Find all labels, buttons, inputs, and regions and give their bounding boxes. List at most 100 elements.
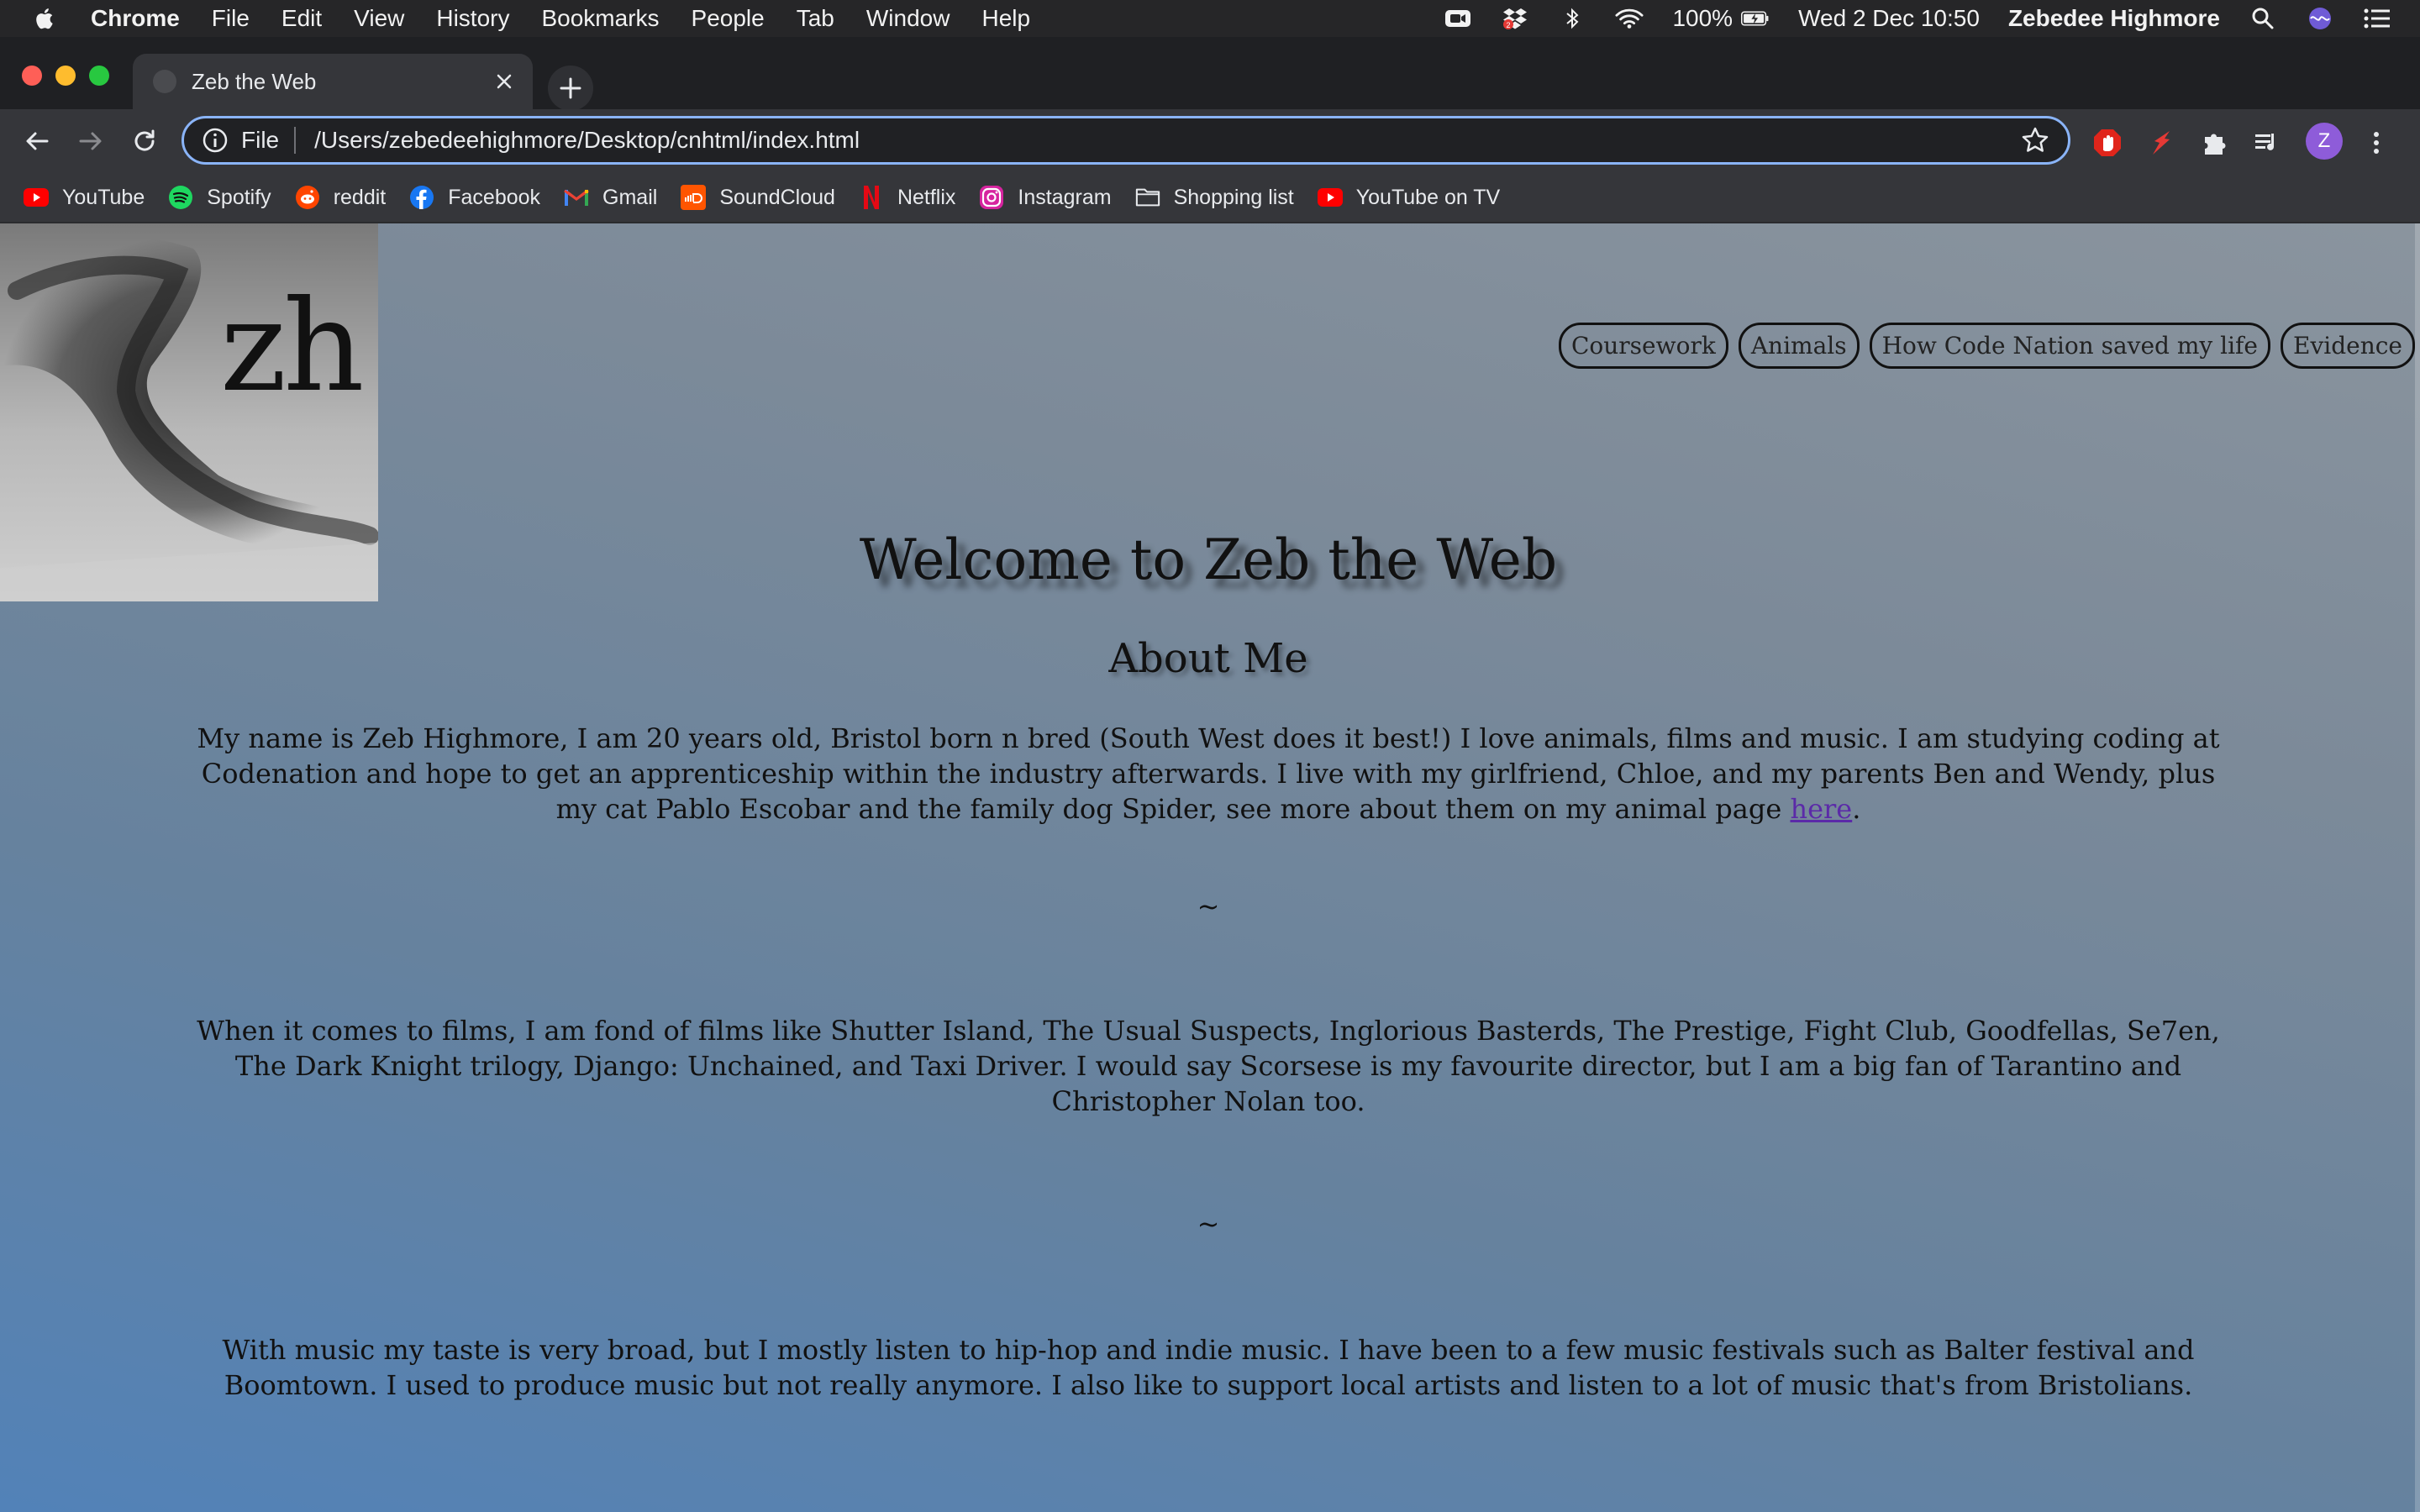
control-center-list-icon[interactable] — [2363, 7, 2391, 30]
netflix-icon — [859, 185, 884, 210]
ad-blocker-extension-icon[interactable] — [2091, 126, 2124, 160]
films-paragraph: When it comes to films, I am fond of fil… — [197, 1015, 2220, 1117]
bookmark-label: SoundCloud — [719, 185, 835, 209]
logo-initials: zh — [220, 274, 365, 420]
extension-red-arrow-icon[interactable] — [2144, 126, 2178, 160]
spotify-icon — [168, 185, 193, 210]
menu-tab[interactable]: Tab — [797, 5, 834, 32]
bookmark-instagram[interactable]: Instagram — [979, 185, 1112, 210]
browser-toolbar: File /Users/zebedeehighmore/Desktop/cnht… — [0, 109, 2420, 173]
page-viewport[interactable]: zh Coursework Animals How Code Nation sa… — [0, 223, 2420, 1512]
forward-button[interactable] — [72, 123, 109, 160]
nav-evidence[interactable]: Evidence — [2281, 323, 2415, 369]
bookmark-youtube[interactable]: YouTube — [24, 185, 145, 210]
browser-tab-strip: Zeb the Web — [0, 37, 2420, 111]
bookmark-label: Facebook — [448, 185, 541, 209]
media-queue-icon[interactable] — [2250, 126, 2284, 160]
menu-bookmarks[interactable]: Bookmarks — [541, 5, 659, 32]
address-bar[interactable]: File /Users/zebedeehighmore/Desktop/cnht… — [182, 116, 2070, 165]
bookmark-netflix[interactable]: Netflix — [859, 185, 955, 210]
about-text-end: . — [1852, 793, 1861, 825]
new-tab-button[interactable] — [548, 66, 593, 111]
animal-page-link[interactable]: here — [1790, 793, 1852, 825]
nav-code-nation-story[interactable]: How Code Nation saved my life — [1869, 323, 2270, 369]
bookmark-gmail[interactable]: Gmail — [564, 185, 657, 210]
bookmark-label: YouTube on TV — [1355, 185, 1501, 209]
extensions-puzzle-icon[interactable] — [2198, 126, 2232, 160]
bookmark-reddit[interactable]: reddit — [295, 185, 387, 210]
site-info-icon[interactable] — [201, 126, 229, 155]
menu-window[interactable]: Window — [866, 5, 950, 32]
menu-help[interactable]: Help — [981, 5, 1030, 32]
menubar-clock[interactable]: Wed 2 Dec 10:50 — [1798, 5, 1980, 32]
reload-button[interactable] — [126, 123, 163, 160]
svg-text:2: 2 — [1507, 21, 1511, 29]
bookmark-label: YouTube — [62, 185, 145, 209]
bookmark-spotify[interactable]: Spotify — [168, 185, 271, 210]
window-zoom-button[interactable] — [89, 66, 109, 86]
wifi-icon[interactable] — [1615, 7, 1644, 30]
bookmark-star-icon[interactable] — [2021, 126, 2049, 155]
menubar-user-name[interactable]: Zebedee Highmore — [2008, 5, 2220, 32]
reddit-icon — [295, 185, 320, 210]
chrome-menu-kebab-icon[interactable] — [2360, 126, 2393, 160]
folder-icon — [1135, 185, 1160, 210]
nav-coursework[interactable]: Coursework — [1558, 323, 1728, 369]
bookmark-label: reddit — [333, 185, 387, 209]
window-minimize-button[interactable] — [55, 66, 76, 86]
menu-history[interactable]: History — [436, 5, 509, 32]
back-button[interactable] — [18, 123, 55, 160]
facebook-icon — [409, 185, 434, 210]
tab-close-icon[interactable] — [489, 66, 519, 97]
about-me-heading: About Me — [1108, 635, 1308, 682]
menu-people[interactable]: People — [692, 5, 765, 32]
youtube-icon — [1317, 185, 1343, 210]
bookmark-folder-shopping-list[interactable]: Shopping list — [1135, 185, 1294, 210]
battery-percent: 100% — [1672, 5, 1733, 31]
about-paragraph: My name is Zeb Highmore, I am 20 years o… — [185, 721, 2232, 827]
menu-view[interactable]: View — [354, 5, 404, 32]
bookmark-label: Netflix — [897, 185, 956, 209]
macos-menu-bar: Chrome File Edit View History Bookmarks … — [0, 0, 2420, 37]
music-paragraph: With music my taste is very broad, but I… — [222, 1334, 2195, 1401]
soundcloud-icon — [681, 185, 707, 210]
bookmark-label: Shopping list — [1173, 185, 1294, 209]
url-divider — [294, 127, 297, 154]
menu-edit[interactable]: Edit — [281, 5, 322, 32]
bluetooth-icon[interactable] — [1558, 7, 1586, 30]
bookmark-label: Instagram — [1018, 185, 1112, 209]
reload-icon — [134, 129, 155, 151]
gmail-icon — [564, 185, 589, 210]
plus-icon — [560, 77, 581, 99]
bookmark-label: Gmail — [602, 185, 658, 209]
bookmarks-bar: YouTube Spotify reddit Facebook Gmail So… — [0, 173, 2420, 223]
main-navigation: Coursework Animals How Code Nation saved… — [1549, 323, 2415, 369]
menu-file[interactable]: File — [212, 5, 250, 32]
window-close-button[interactable] — [22, 66, 42, 86]
bookmark-soundcloud[interactable]: SoundCloud — [681, 185, 835, 210]
bookmark-youtube-on-tv[interactable]: YouTube on TV — [1317, 185, 1501, 210]
about-text: My name is Zeb Highmore, I am 20 years o… — [197, 722, 2220, 825]
zoom-icon[interactable] — [1444, 7, 1472, 30]
tab-title: Zeb the Web — [192, 68, 317, 94]
battery-icon[interactable] — [1741, 7, 1770, 30]
profile-avatar[interactable]: Z — [2306, 123, 2343, 160]
siri-icon[interactable] — [2306, 7, 2334, 30]
nav-animals[interactable]: Animals — [1738, 323, 1860, 369]
bookmark-label: Spotify — [207, 185, 271, 209]
back-arrow-icon — [26, 132, 49, 150]
apple-icon[interactable] — [34, 7, 54, 30]
active-tab[interactable]: Zeb the Web — [133, 54, 533, 109]
page-title: Welcome to Zeb the Web — [859, 528, 1558, 592]
youtube-icon — [24, 185, 49, 210]
tab-favicon-icon — [153, 70, 176, 93]
url-scheme-label: File — [241, 127, 280, 153]
url-text[interactable]: /Users/zebedeehighmore/Desktop/cnhtml/in… — [314, 127, 2021, 154]
spotlight-search-icon[interactable] — [2249, 7, 2277, 30]
menu-app-chrome[interactable]: Chrome — [91, 5, 180, 32]
forward-arrow-icon — [79, 132, 102, 150]
section-separator: ~ — [1197, 890, 1220, 922]
dropbox-icon[interactable]: 2 — [1501, 7, 1529, 30]
page-scrollbar[interactable] — [2415, 223, 2420, 1512]
bookmark-facebook[interactable]: Facebook — [409, 185, 540, 210]
